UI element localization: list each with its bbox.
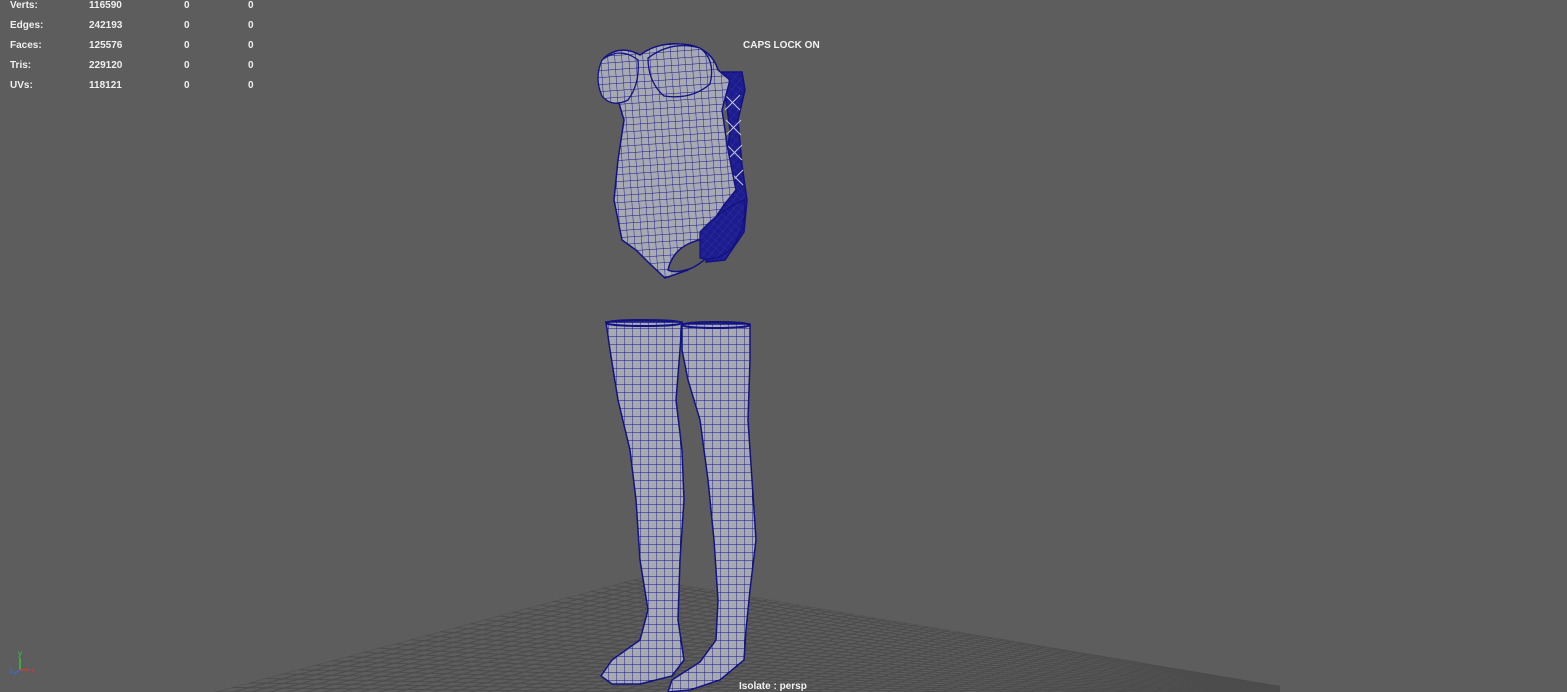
- hud-component-value: 0: [248, 0, 254, 11]
- hud-selected-value: 0: [184, 60, 190, 71]
- left-stocking-mesh: [599, 319, 685, 685]
- hud-row-verts: Verts: 116590 0 0: [10, 0, 270, 20]
- hud-row-edges: Edges: 242193 0 0: [10, 20, 270, 40]
- hud-component-value: 0: [248, 40, 254, 51]
- hud-total-value: 242193: [89, 20, 123, 31]
- hud-component-value: 0: [248, 20, 254, 31]
- hud-total-value: 118121: [89, 80, 122, 91]
- isolate-camera-label: Isolate : persp: [739, 681, 807, 692]
- hud-selected-value: 0: [184, 0, 190, 11]
- axis-gizmo-icon: y x z: [9, 649, 35, 675]
- x-axis-label: x: [31, 666, 35, 675]
- y-axis-label: y: [18, 649, 22, 658]
- hud-label: Verts:: [10, 0, 38, 11]
- persp-viewport[interactable]: Verts: 116590 0 0 Edges: 242193 0 0 Face…: [0, 0, 1567, 692]
- hud-component-value: 0: [248, 80, 254, 91]
- hud-row-faces: Faces: 125576 0 0: [10, 40, 270, 60]
- poly-count-hud: Verts: 116590 0 0 Edges: 242193 0 0 Face…: [10, 0, 270, 100]
- bodysuit-mesh: [597, 43, 748, 279]
- hud-label: Edges:: [10, 20, 44, 31]
- hud-label: Tris:: [10, 60, 32, 71]
- z-axis-label: z: [9, 666, 13, 675]
- hud-row-tris: Tris: 229120 0 0: [10, 60, 270, 80]
- hud-total-value: 229120: [89, 60, 123, 71]
- hud-selected-value: 0: [184, 20, 190, 31]
- caps-lock-indicator: CAPS LOCK ON: [743, 40, 820, 51]
- hud-selected-value: 0: [184, 40, 190, 51]
- hud-component-value: 0: [248, 60, 254, 71]
- hud-label: UVs:: [10, 80, 33, 91]
- hud-total-value: 116590: [89, 0, 122, 11]
- hud-selected-value: 0: [184, 80, 190, 91]
- z-axis-line: [13, 669, 21, 675]
- hud-row-uvs: UVs: 118121 0 0: [10, 80, 270, 100]
- viewport-scene[interactable]: [0, 0, 1567, 692]
- hud-total-value: 125576: [89, 40, 123, 51]
- hud-label: Faces:: [10, 40, 42, 51]
